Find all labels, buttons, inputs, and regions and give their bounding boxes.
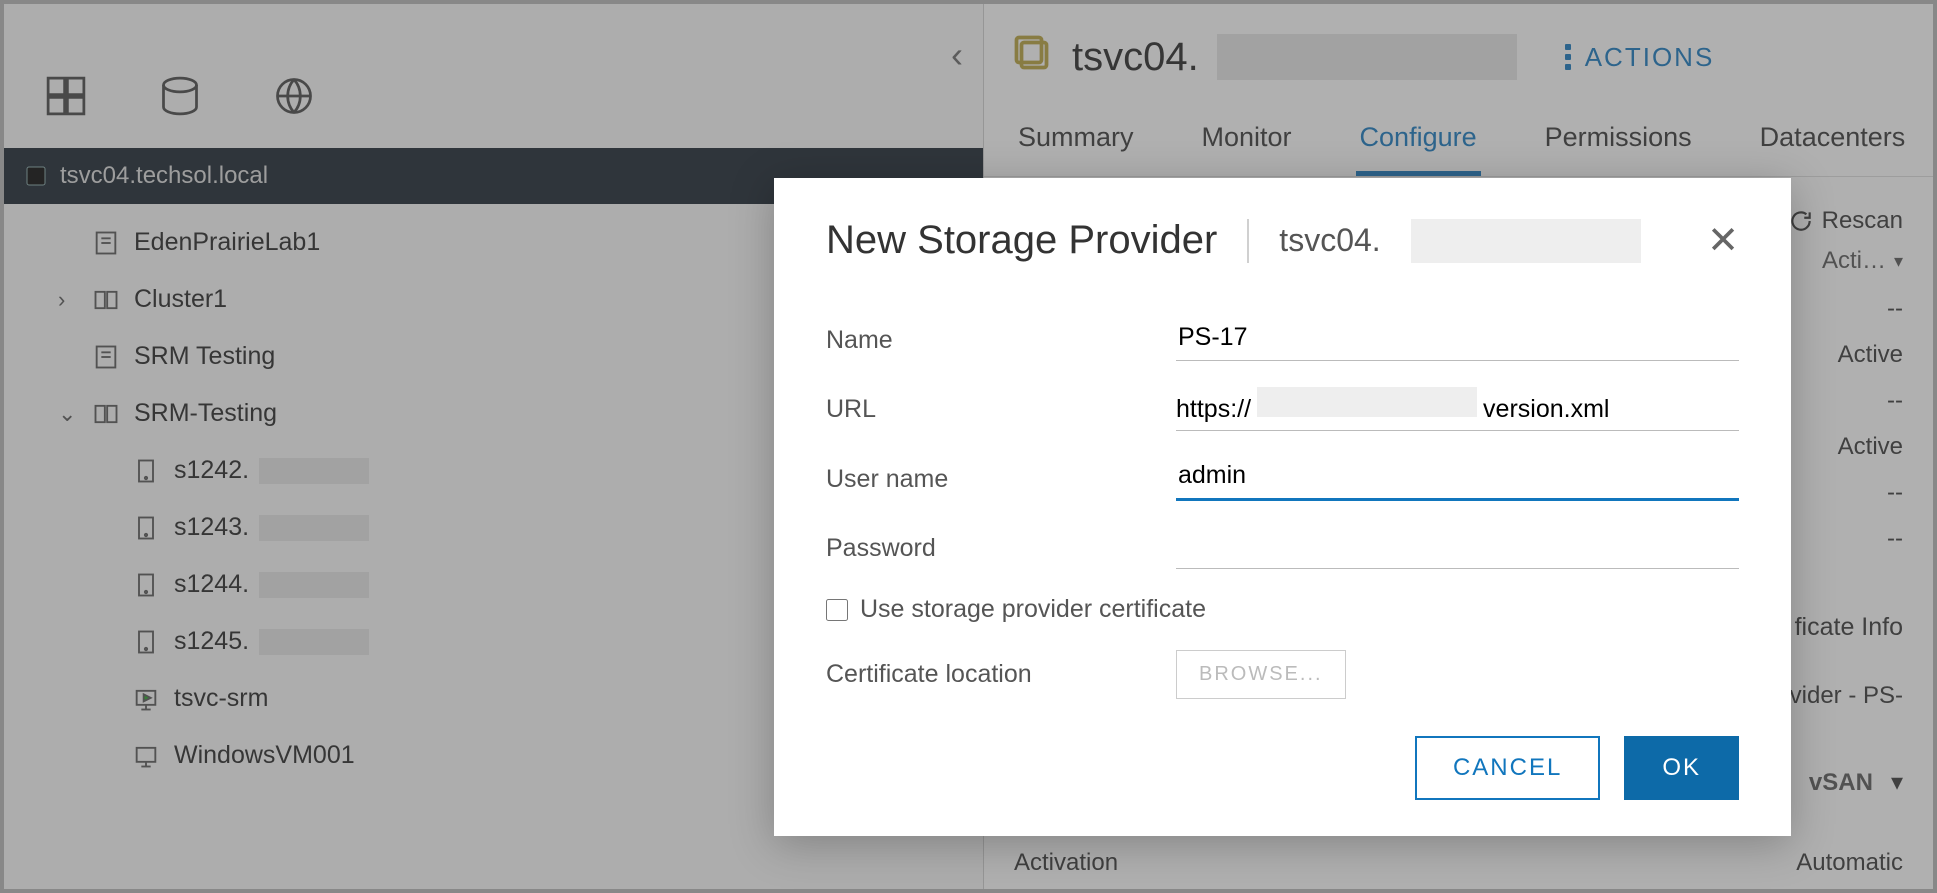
url-suffix: version.xml <box>1483 395 1609 424</box>
password-label: Password <box>826 534 1146 563</box>
use-certificate-label: Use storage provider certificate <box>860 595 1206 624</box>
dialog-title: New Storage Provider <box>826 218 1217 263</box>
username-input[interactable] <box>1176 457 1739 501</box>
cert-location-label: Certificate location <box>826 660 1146 689</box>
url-prefix: https:// <box>1176 395 1251 424</box>
cancel-button[interactable]: CANCEL <box>1415 736 1600 800</box>
ok-button[interactable]: OK <box>1624 736 1739 800</box>
dialog-subtitle-redacted <box>1411 219 1641 263</box>
name-label: Name <box>826 326 1146 355</box>
url-host-redacted <box>1257 387 1477 417</box>
new-storage-provider-dialog: New Storage Provider tsvc04. ✕ Name URL … <box>774 178 1791 836</box>
use-certificate-checkbox[interactable] <box>826 599 848 621</box>
browse-button: BROWSE... <box>1176 650 1346 699</box>
divider <box>1247 219 1249 263</box>
url-input[interactable]: https:// version.xml <box>1176 387 1739 431</box>
dialog-subtitle: tsvc04. <box>1279 222 1380 259</box>
close-icon[interactable]: ✕ <box>1707 218 1739 263</box>
username-label: User name <box>826 465 1146 494</box>
name-input[interactable] <box>1176 319 1739 361</box>
password-input[interactable] <box>1176 527 1739 569</box>
url-label: URL <box>826 395 1146 424</box>
